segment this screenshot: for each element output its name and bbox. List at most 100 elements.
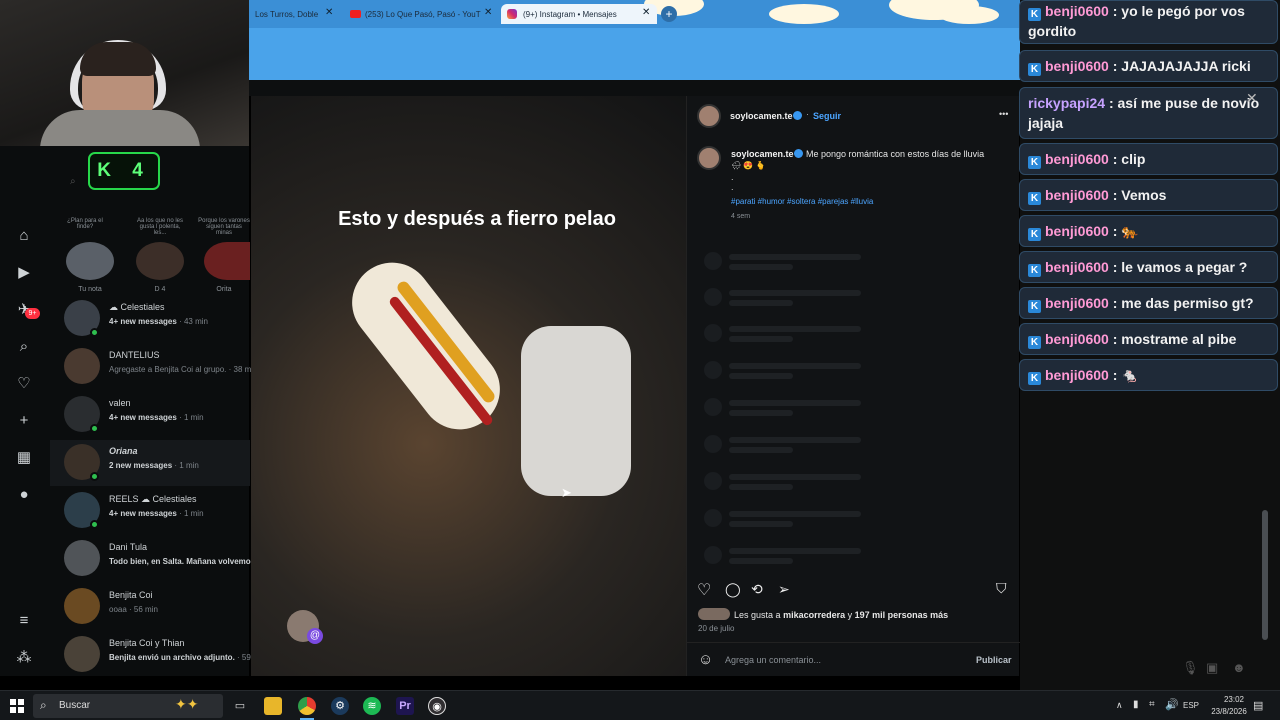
hashtags[interactable]: #parati #humor #soltera #parejas #lluvia bbox=[731, 197, 873, 206]
new-tab-button[interactable]: + bbox=[661, 6, 677, 22]
note-bubble[interactable]: Porque los varones siguen tantas minas bbox=[198, 218, 250, 236]
reels-icon[interactable]: ▶ bbox=[14, 263, 34, 283]
page-top-strip bbox=[249, 80, 1020, 96]
chat-preview: Todo bien, en Salta. Mañana volvemo... bbox=[109, 557, 258, 566]
tab-close-icon[interactable]: ✕ bbox=[642, 7, 650, 18]
chat-list-item[interactable]: valen 4+ new messages · 1 min bbox=[62, 392, 250, 438]
post-image[interactable]: Esto y después a fierro pelao @ ➤ bbox=[251, 96, 686, 676]
kick-icon: K bbox=[1028, 300, 1041, 313]
taskbar-search-box[interactable]: ⌕ Buscar ✦✦ bbox=[33, 694, 223, 718]
kick-icon: K bbox=[1028, 264, 1041, 277]
caption-emojis: 🌧 😍 🫰 bbox=[731, 161, 766, 170]
chrome-icon[interactable] bbox=[298, 697, 316, 715]
profile-icon[interactable]: ● bbox=[14, 485, 34, 505]
image-icon[interactable]: ▣ bbox=[1206, 660, 1218, 676]
instagram-icon bbox=[507, 9, 517, 19]
sparkle-icon: ✦✦ bbox=[175, 696, 199, 712]
language-indicator[interactable]: ESP bbox=[1183, 701, 1199, 710]
create-icon[interactable]: + bbox=[14, 411, 34, 431]
note-bubble[interactable]: Aa los que no les gusta l polenta, les..… bbox=[133, 218, 187, 236]
chat-preview: Benjita envió un archivo adjunto. · 59 m bbox=[109, 653, 260, 662]
clock-time[interactable]: 23:02 bbox=[1212, 695, 1256, 704]
chat-list-item[interactable]: DANTELIUS Agregaste a Benjita Coi al gru… bbox=[62, 344, 252, 390]
note-avatar[interactable] bbox=[66, 242, 114, 280]
chat-message: Kbenji0600 : mostrame al pibe bbox=[1019, 323, 1278, 355]
volume-icon[interactable]: 🔊 bbox=[1165, 698, 1179, 711]
threads-icon[interactable]: @ bbox=[307, 628, 323, 644]
save-icon[interactable]: ⛉ bbox=[996, 580, 1007, 597]
sneaker-shape bbox=[521, 326, 631, 496]
tab-close-icon[interactable]: ✕ bbox=[484, 7, 492, 18]
chat-list-item[interactable]: REELS ☁ Celestiales 4+ new messages · 1 … bbox=[62, 488, 250, 534]
task-view-icon[interactable]: ▭ bbox=[231, 697, 249, 715]
scrollbar-thumb[interactable] bbox=[1262, 510, 1268, 640]
caption-dot: . bbox=[731, 172, 734, 182]
tray-chevron-icon[interactable]: ∧ bbox=[1116, 700, 1123, 711]
avatar[interactable] bbox=[697, 146, 721, 170]
clock-date[interactable]: 23/8/2026 bbox=[1202, 707, 1256, 716]
menu-icon[interactable]: ≡ bbox=[14, 611, 34, 631]
tab-youtube[interactable]: (253) Lo Que Pasó, Pasó - YouT bbox=[345, 4, 495, 24]
kick-icon: K bbox=[1028, 8, 1041, 21]
chat-preview: Agregaste a Benjita Coi al grupo. · 38 m bbox=[109, 365, 252, 374]
file-explorer-icon[interactable] bbox=[264, 697, 282, 715]
avatar bbox=[64, 540, 100, 576]
repost-icon[interactable]: ⟲ bbox=[751, 581, 763, 598]
note-avatar[interactable] bbox=[136, 242, 184, 280]
chat-name: valen bbox=[109, 398, 131, 408]
kick-icon: K bbox=[1028, 336, 1041, 349]
comment-input[interactable]: Agrega un comentario... bbox=[725, 655, 821, 665]
home-icon[interactable]: ⌂ bbox=[14, 226, 34, 246]
chat-list-item[interactable]: Benjita Coi y Thian Benjita envió un arc… bbox=[62, 632, 260, 678]
emoji-icon[interactable]: ☺ bbox=[698, 651, 713, 668]
caption-dot: . bbox=[731, 182, 734, 192]
chat-name: Benjita Coi y Thian bbox=[109, 638, 185, 648]
search-icon[interactable]: ⌕ bbox=[70, 176, 76, 187]
chat-message: Kbenji0600 : le vamos a pegar ? bbox=[1019, 251, 1278, 283]
chat-list-item[interactable]: Dani Tula Todo bien, en Salta. Mañana vo… bbox=[62, 536, 257, 582]
tab-title: Los Turros, Doble bbox=[255, 9, 319, 19]
publish-button[interactable]: Publicar bbox=[976, 655, 1012, 665]
chat-name: Dani Tula bbox=[109, 542, 148, 552]
avatar bbox=[64, 636, 100, 672]
sticker-icon[interactable]: ☻ bbox=[1232, 660, 1246, 675]
chat-close-icon[interactable]: ✕ bbox=[1246, 90, 1258, 107]
post-username[interactable]: soylocamen.te bbox=[730, 111, 793, 121]
taskbar-search-label: Buscar bbox=[59, 700, 91, 711]
search-nav-icon[interactable]: ⌕ bbox=[14, 337, 34, 357]
kick-icon: K bbox=[1028, 192, 1041, 205]
comment-icon[interactable]: ◯ bbox=[725, 581, 741, 598]
chat-message: Kbenji0600 : me das permiso gt? bbox=[1019, 287, 1278, 319]
chat-list-item[interactable]: Oriana 2 new messages · 1 min bbox=[50, 440, 250, 486]
windows-start-icon[interactable] bbox=[10, 699, 24, 713]
chat-preview: 2 new messages · 1 min bbox=[109, 461, 199, 470]
chat-list-item[interactable]: Benjita Coi ooaa · 56 min bbox=[62, 584, 250, 630]
chat-message: Kbenji0600 : yo le pegó por vos gordito bbox=[1019, 0, 1278, 44]
more-options-icon[interactable]: ••• bbox=[999, 109, 1008, 119]
youtube-icon bbox=[350, 10, 361, 18]
premiere-icon[interactable]: Pr bbox=[396, 697, 414, 715]
caption-username[interactable]: soylocamen.te bbox=[731, 149, 794, 159]
follow-button[interactable]: Seguir bbox=[813, 111, 841, 121]
notifications-icon[interactable]: ▤ bbox=[1253, 699, 1263, 712]
steam-icon[interactable]: ⚙ bbox=[331, 697, 349, 715]
avatar[interactable] bbox=[697, 104, 721, 128]
note-avatar[interactable] bbox=[204, 242, 250, 280]
apps-icon[interactable]: ⁂ bbox=[14, 648, 34, 668]
microphone-icon[interactable]: 🎙 bbox=[1182, 660, 1199, 676]
avatar bbox=[64, 588, 100, 624]
tray-mic-icon[interactable]: ▮ bbox=[1133, 699, 1139, 710]
chat-list-item[interactable]: ☁ Celestiales 4+ new messages · 43 min bbox=[62, 296, 250, 342]
obs-icon[interactable]: ◉ bbox=[428, 697, 446, 715]
note-bubble[interactable]: ¿Plan para el finde? bbox=[62, 218, 108, 230]
tab-close-icon[interactable]: ✕ bbox=[325, 7, 333, 18]
tab-instagram[interactable]: (9+) Instagram • Mensajes bbox=[501, 4, 657, 24]
dashboard-icon[interactable]: ▦ bbox=[14, 448, 34, 468]
likes-summary[interactable]: Les gusta a mikacorredera y 197 mil pers… bbox=[734, 610, 948, 620]
heart-icon[interactable]: ♡ bbox=[14, 374, 34, 394]
share-icon[interactable]: ➢ bbox=[778, 581, 790, 598]
chat-preview: 4+ new messages · 1 min bbox=[109, 509, 204, 518]
like-icon[interactable]: ♡ bbox=[697, 580, 711, 600]
spotify-icon[interactable]: ≋ bbox=[363, 697, 381, 715]
network-icon[interactable]: ⌗ bbox=[1149, 699, 1155, 710]
